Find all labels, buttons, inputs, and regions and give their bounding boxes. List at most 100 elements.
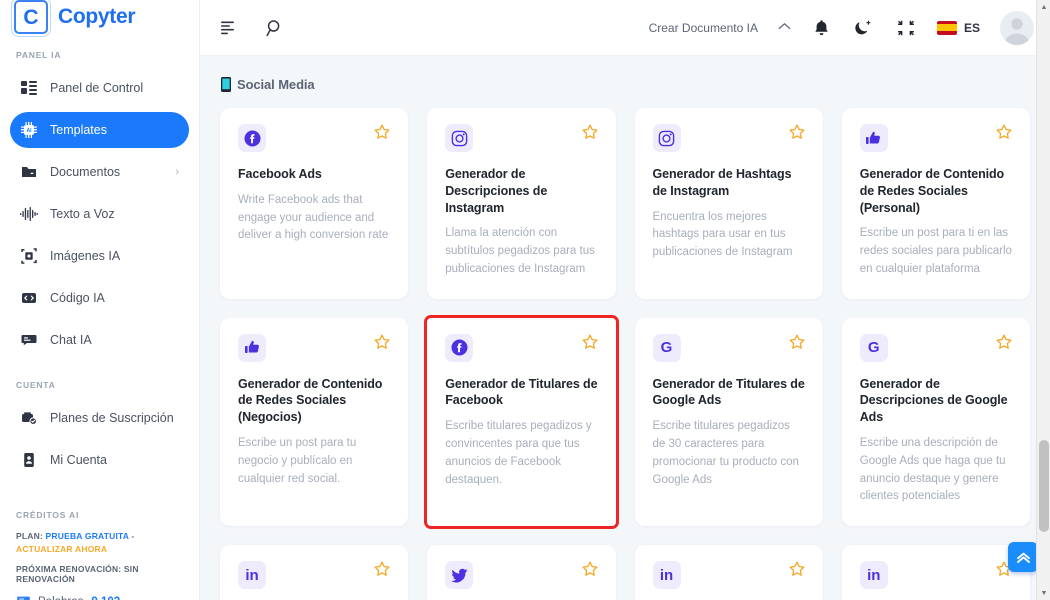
sidebar-item-templates[interactable]: AI Templates — [10, 112, 189, 148]
sidebar-nav: PANEL IA Panel de Control AI Templates D… — [0, 34, 199, 484]
search-icon[interactable] — [264, 17, 286, 39]
template-card-titulares-anuncios-linkedin[interactable]: in Titulares de Anuncios en LinkedIn — [635, 545, 823, 600]
scroll-to-top-button[interactable] — [1008, 542, 1038, 572]
sidebar-item-documentos[interactable]: Documentos › — [10, 154, 189, 190]
credits-title: CRÉDITOS AI — [16, 494, 183, 530]
credits-panel: CRÉDITOS AI PLAN: PRUEBA GRATUITA - ACTU… — [0, 494, 199, 600]
favorite-star-icon[interactable] — [582, 124, 598, 144]
card-top — [860, 124, 1012, 152]
card-top: G — [860, 334, 1012, 362]
menu-icon[interactable] — [218, 17, 240, 39]
card-description: Write Facebook ads that engage your audi… — [238, 192, 390, 245]
chevron-up-icon[interactable] — [778, 22, 791, 34]
favorite-star-icon[interactable] — [789, 124, 805, 144]
word-bubble-icon — [16, 595, 30, 600]
card-title: Generador de Titulares de Google Ads — [653, 376, 805, 410]
card-top — [238, 334, 390, 362]
spain-flag-icon — [937, 21, 957, 35]
dashboard-icon — [20, 79, 38, 97]
language-selector[interactable]: ES — [937, 21, 980, 35]
plan-value: PRUEBA GRATUITA — [46, 531, 129, 541]
image-frame-icon — [20, 247, 38, 265]
template-card-titulares-facebook[interactable]: Generador de Titulares de Facebook Escri… — [427, 318, 615, 527]
plan-line: PLAN: PRUEBA GRATUITA - ACTUALIZAR AHORA — [16, 530, 183, 556]
sidebar-item-texto-a-voz[interactable]: Texto a Voz — [10, 196, 189, 232]
template-card-descripciones-anuncios-linkedin[interactable]: in Descripciones de Anuncios en LinkedIn — [842, 545, 1030, 600]
card-description: Escribe una descripción de Google Ads qu… — [860, 435, 1012, 506]
template-card-descripciones-google-ads[interactable]: G Generador de Descripciones de Google A… — [842, 318, 1030, 527]
waveform-icon — [20, 205, 38, 223]
scrollbar-up-arrow[interactable]: ▲ — [1037, 0, 1050, 14]
card-title: Generador de Titulares de Facebook — [445, 376, 597, 410]
favorite-star-icon[interactable] — [996, 124, 1012, 144]
favorite-star-icon[interactable] — [374, 124, 390, 144]
moon-icon[interactable] — [853, 17, 875, 39]
scrollbar-down-arrow[interactable]: ▼ — [1037, 586, 1050, 600]
sidebar-item-label: Documentos — [50, 165, 163, 179]
section-title: Social Media — [237, 77, 315, 92]
twitter-icon — [445, 561, 473, 589]
main-area: Crear Documento IA ES — [200, 0, 1050, 600]
favorite-star-icon[interactable] — [789, 334, 805, 354]
templates-grid: Facebook Ads Write Facebook ads that eng… — [220, 108, 1030, 600]
chevron-right-icon: › — [175, 166, 179, 178]
card-title: Generador de Descripciones de Instagram — [445, 166, 597, 216]
template-card-posts-linkedin[interactable]: in Posts en LinkedIn Crea un post de lin… — [220, 545, 408, 600]
template-card-hashtags-instagram[interactable]: Generador de Hashtags de Instagram Encue… — [635, 108, 823, 299]
template-card-redes-sociales-personal[interactable]: Generador de Contenido de Redes Sociales… — [842, 108, 1030, 299]
sidebar-section-panel: PANEL IA — [10, 34, 189, 70]
page-scrollbar[interactable]: ▲ ▼ — [1036, 0, 1050, 600]
sidebar-section-account: CUENTA — [10, 364, 189, 400]
card-description: Escribe titulares pegadizos y convincent… — [445, 418, 597, 489]
plan-prefix: PLAN: — [16, 531, 43, 541]
avatar[interactable] — [1000, 11, 1034, 45]
linkedin-icon: in — [860, 561, 888, 589]
template-card-facebook-ads[interactable]: Facebook Ads Write Facebook ads that eng… — [220, 108, 408, 299]
brand[interactable]: C Copyter — [0, 0, 199, 34]
template-card-redes-sociales-negocios[interactable]: Generador de Contenido de Redes Sociales… — [220, 318, 408, 527]
sidebar-item-panel-de-control[interactable]: Panel de Control — [10, 70, 189, 106]
favorite-star-icon[interactable] — [582, 334, 598, 354]
create-document-button[interactable]: Crear Documento IA — [649, 21, 758, 35]
scrollbar-thumb[interactable] — [1039, 440, 1049, 532]
bell-icon[interactable] — [811, 17, 833, 39]
google-icon: G — [653, 334, 681, 362]
linkedin-icon: in — [238, 561, 266, 589]
sidebar-item-codigo-ia[interactable]: Código IA — [10, 280, 189, 316]
card-top — [445, 561, 597, 589]
favorite-star-icon[interactable] — [996, 334, 1012, 354]
code-icon — [20, 289, 38, 307]
credit-label: Palabras — [38, 596, 83, 600]
card-top: in — [238, 561, 390, 589]
compress-icon[interactable] — [895, 17, 917, 39]
card-top: in — [860, 561, 1012, 589]
sidebar-item-mi-cuenta[interactable]: Mi Cuenta — [10, 442, 189, 478]
sidebar-item-imagenes-ia[interactable]: Imágenes IA — [10, 238, 189, 274]
favorite-star-icon[interactable] — [582, 561, 598, 581]
card-top — [445, 334, 597, 362]
folder-icon — [20, 163, 38, 181]
card-title: Facebook Ads — [238, 166, 390, 183]
card-top — [653, 124, 805, 152]
card-description: Encuentra los mejores hashtags para usar… — [653, 209, 805, 262]
card-description: Escribe titulares pegadizos de 30 caract… — [653, 418, 805, 489]
template-card-descripciones-instagram[interactable]: Generador de Descripciones de Instagram … — [427, 108, 615, 299]
favorite-star-icon[interactable] — [374, 334, 390, 354]
subscription-icon — [20, 409, 38, 427]
sidebar-item-label: Imágenes IA — [50, 249, 179, 263]
card-title: Generador de Descripciones de Google Ads — [860, 376, 1012, 426]
credit-row-palabras: Palabras 9,102 — [16, 595, 183, 600]
template-card-tweets-twitter[interactable]: Tweets en Twitter Generar tweets interes… — [427, 545, 615, 600]
sidebar-item-chat-ia[interactable]: Chat IA — [10, 322, 189, 358]
instagram-icon — [445, 124, 473, 152]
instagram-icon — [653, 124, 681, 152]
favorite-star-icon[interactable] — [789, 561, 805, 581]
favorite-star-icon[interactable] — [374, 561, 390, 581]
plan-upgrade-link[interactable]: ACTUALIZAR AHORA — [16, 544, 107, 554]
sidebar-item-label: Panel de Control — [50, 81, 179, 95]
sidebar-item-planes-de-suscripcion[interactable]: Planes de Suscripción — [10, 400, 189, 436]
template-card-titulares-google-ads[interactable]: G Generador de Titulares de Google Ads E… — [635, 318, 823, 527]
svg-text:AI: AI — [27, 128, 33, 134]
plan-separator: - — [131, 531, 134, 541]
topbar: Crear Documento IA ES — [200, 0, 1050, 56]
